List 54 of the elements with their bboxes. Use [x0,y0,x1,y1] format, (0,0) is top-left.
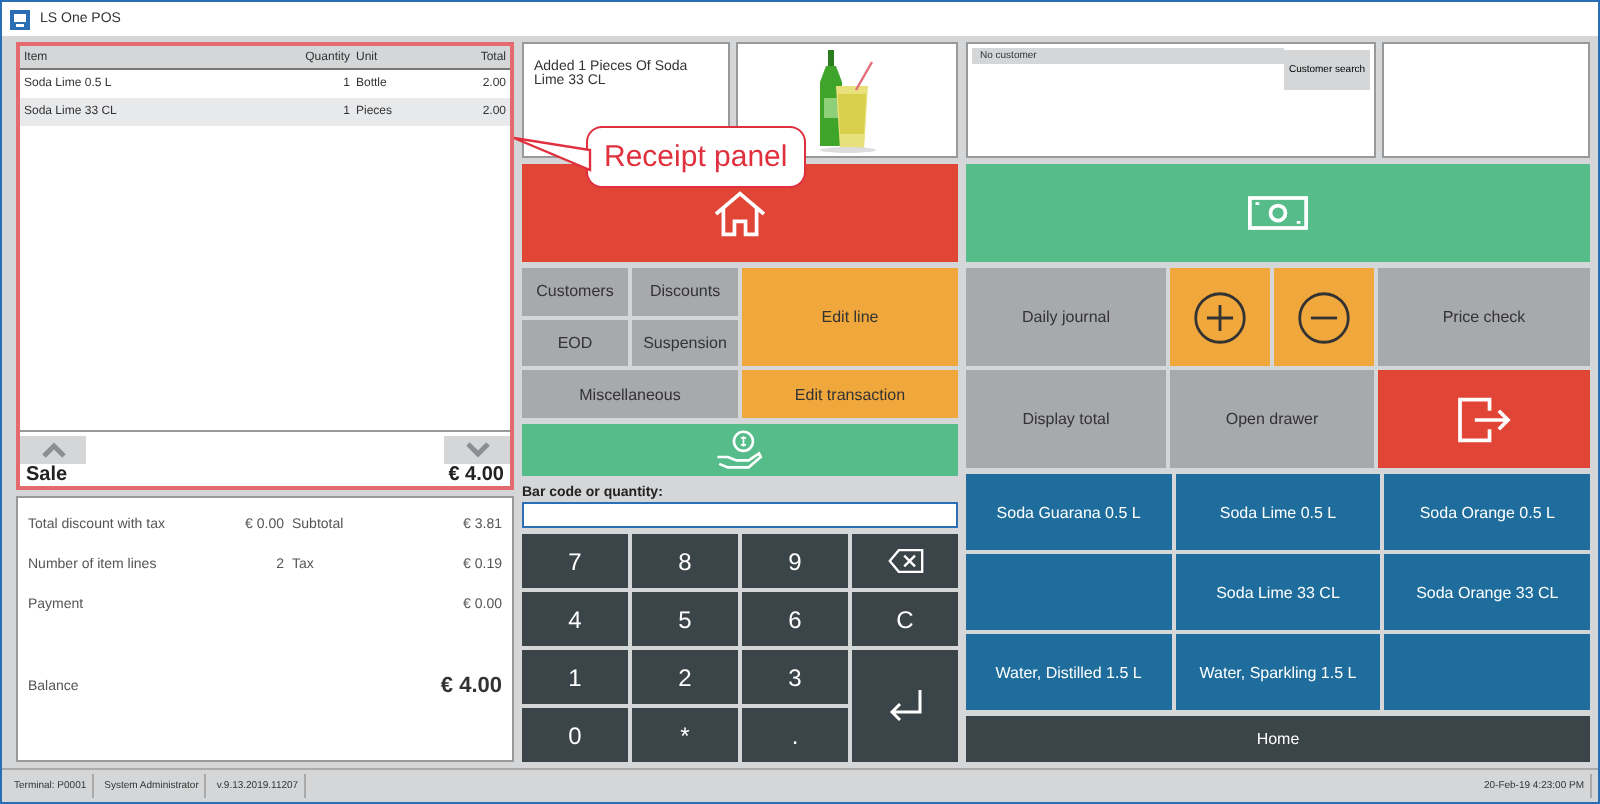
function-button[interactable]: Open drawer [1170,370,1374,468]
numpad-key[interactable]: 4 [522,592,628,646]
scroll-up-button[interactable] [20,436,86,464]
item-button[interactable]: Soda Guarana 0.5 L [966,474,1172,550]
operation-button[interactable]: Customers [522,268,628,315]
numpad-key[interactable]: C [852,592,958,646]
backspace-key[interactable] [852,534,958,588]
item-button[interactable]: Soda Lime 0.5 L [1175,474,1381,550]
numpad-key[interactable]: * [632,708,738,762]
hand-coin-icon [714,428,766,472]
exit-icon [1456,395,1512,443]
home-menu-button[interactable]: Home [966,716,1590,762]
numpad-key[interactable]: 8 [632,534,738,588]
operation-button[interactable]: Suspension [632,319,738,366]
item-button[interactable]: Water, Distilled 1.5 L [966,634,1172,710]
backspace-icon [887,548,923,574]
banknote-icon [1248,194,1308,232]
item-button[interactable]: Soda Lime 33 CL [1175,554,1381,630]
numpad-key[interactable]: 9 [742,534,848,588]
chevron-down-icon [465,442,489,458]
function-button[interactable]: Display total [966,370,1166,468]
sale-label: Sale [26,464,68,486]
item-button[interactable]: Soda Orange 0.5 L [1384,474,1590,550]
barcode-field[interactable] [522,502,958,528]
item-button[interactable]: Water, Sparkling 1.5 L [1175,634,1381,710]
operation-button[interactable]: Discounts [632,268,738,315]
minus-button[interactable] [1274,268,1374,366]
sale-total: € 4.00 [448,464,504,486]
plus-button[interactable] [1170,268,1270,366]
numpad-key[interactable]: 0 [522,708,628,762]
numpad-key[interactable]: 7 [522,534,628,588]
enter-key[interactable] [852,650,958,762]
exit-button[interactable] [1378,370,1590,468]
enter-icon [885,688,925,724]
numpad-key[interactable]: 6 [742,592,848,646]
numpad-key[interactable]: 3 [742,650,848,704]
numpad-key[interactable]: 2 [632,650,738,704]
balance-value: € 4.00 [440,674,502,698]
operation-button[interactable]: EOD [522,319,628,366]
miscellaneous-button[interactable]: Miscellaneous [522,370,738,418]
chevron-up-icon [41,442,65,458]
home-icon [710,189,770,237]
app-icon [10,9,30,29]
function-button[interactable]: Price check [1378,268,1590,366]
plus-icon [1192,289,1248,345]
item-button[interactable]: Soda Orange 33 CL [1384,554,1590,630]
numpad-key[interactable]: 1 [522,650,628,704]
numpad-key[interactable]: 5 [632,592,738,646]
edit-transaction-button[interactable]: Edit transaction [742,370,958,418]
function-button[interactable]: Daily journal [966,268,1166,366]
minus-icon [1296,289,1352,345]
numpad-key[interactable]: . [742,708,848,762]
edit-line-button[interactable]: Edit line [742,268,958,366]
scroll-down-button[interactable] [444,436,510,464]
